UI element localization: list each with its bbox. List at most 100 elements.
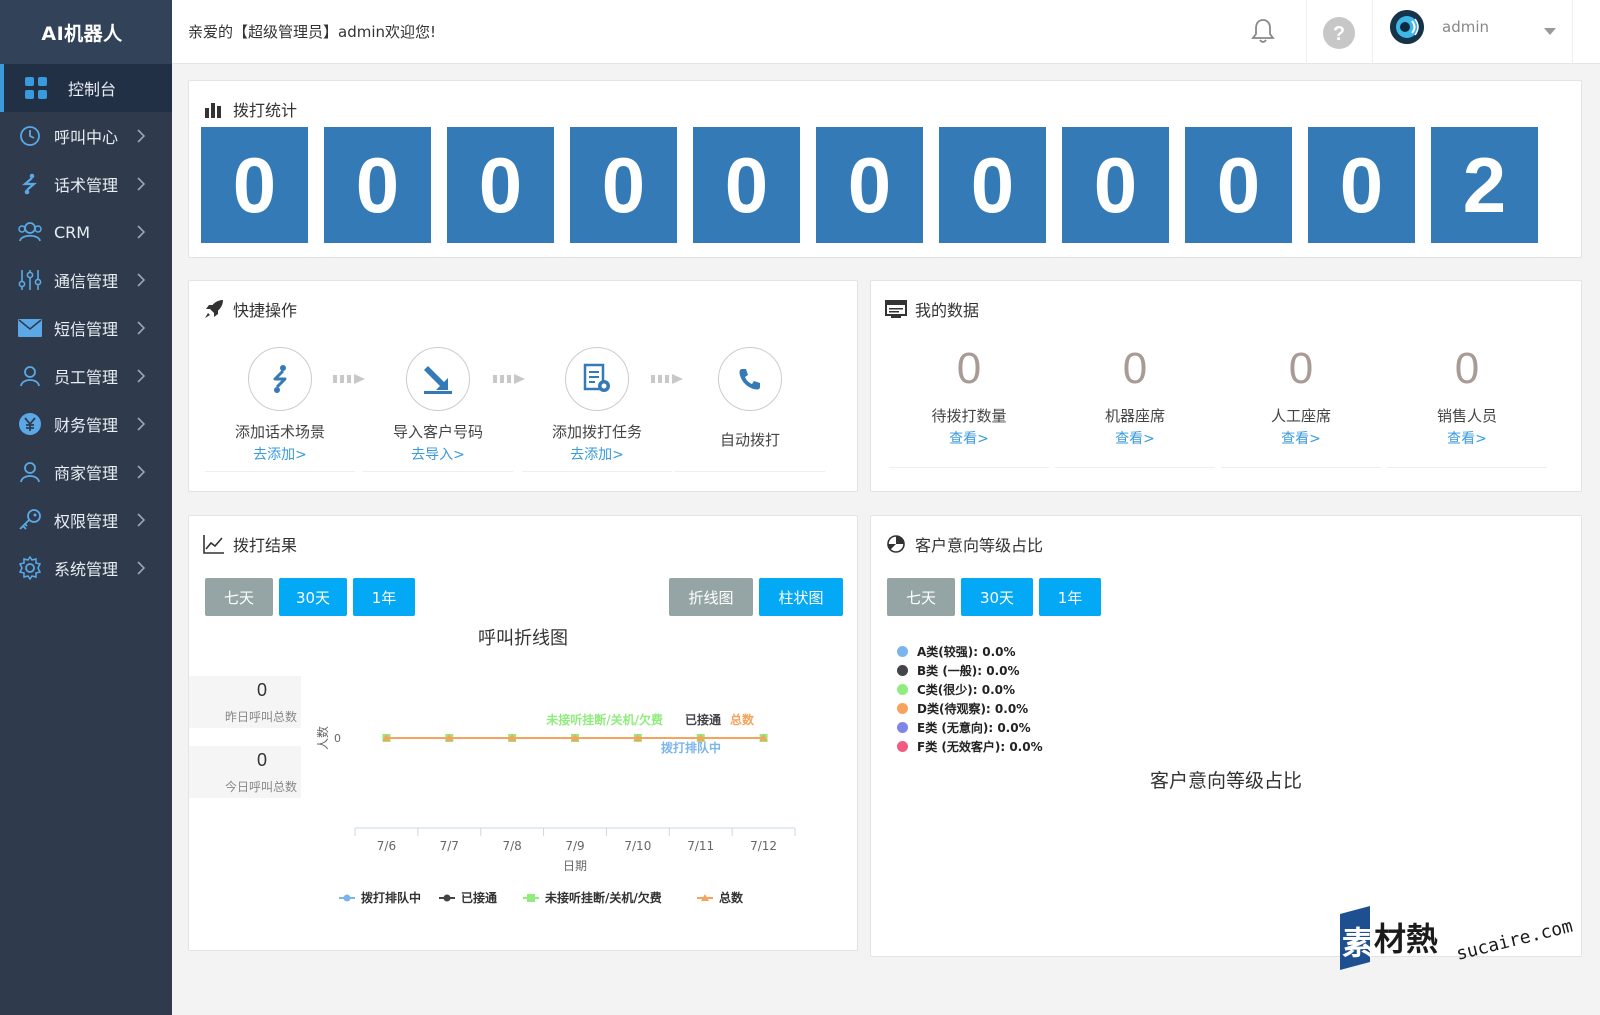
legend-dot-icon <box>897 703 908 714</box>
op-add-script[interactable]: 添加话术场景 去添加> <box>205 347 355 464</box>
chevron-right-icon <box>132 127 150 145</box>
sidebar-item-10[interactable]: 系统管理 <box>0 544 172 592</box>
range-30days-button[interactable]: 30天 <box>279 578 347 616</box>
digit-cell: 0 <box>447 127 554 243</box>
op-auto-dial[interactable]: 自动拨打 <box>675 347 825 450</box>
my-data-item: 0 人工座席 查看> <box>1221 347 1381 448</box>
my-data-label: 人工座席 <box>1270 407 1331 425</box>
route-icon[interactable] <box>248 347 312 411</box>
series-end-label: 已接通 <box>685 712 721 727</box>
help-icon[interactable]: ? <box>1322 16 1356 50</box>
digit-cell: 0 <box>939 127 1046 243</box>
chevron-right-icon <box>132 511 150 529</box>
range-30days-button[interactable]: 30天 <box>961 578 1033 616</box>
sidebar-item-6[interactable]: 员工管理 <box>0 352 172 400</box>
svg-text:素: 素 <box>1342 924 1374 962</box>
series-end-label: 未接听挂断/关机/欠费 <box>545 712 663 727</box>
legend-item[interactable]: E类 (无意向): 0.0% <box>897 718 1043 737</box>
clock-icon <box>16 122 44 150</box>
digit-cell: 0 <box>1062 127 1169 243</box>
sidebar-item-2[interactable]: 话术管理 <box>0 160 172 208</box>
intent-title: 客户意向等级占比 <box>885 532 1043 556</box>
sidebar-item-label: 员工管理 <box>54 368 119 387</box>
legend-marker <box>443 894 451 902</box>
svg-text:sucaire.com: sucaire.com <box>1454 916 1575 965</box>
range-1year-button[interactable]: 1年 <box>1039 578 1101 616</box>
sidebar-item-8[interactable]: 商家管理 <box>0 448 172 496</box>
legend-label: 未接听挂断/关机/欠费 <box>544 890 662 905</box>
my-data-value: 0 <box>1122 344 1148 393</box>
range-7days-button[interactable]: 七天 <box>205 578 273 616</box>
range-1year-button[interactable]: 1年 <box>353 578 415 616</box>
bar-chart-icon <box>203 98 225 120</box>
digit-cell: 0 <box>324 127 431 243</box>
legend-item[interactable]: F类 (无效客户): 0.0% <box>897 737 1043 756</box>
x-tick-label: 7/8 <box>502 839 521 853</box>
legend-item[interactable]: D类(待观察): 0.0% <box>897 699 1043 718</box>
bar-chart-button[interactable]: 柱状图 <box>759 578 843 616</box>
my-data-link[interactable]: 查看> <box>1387 428 1547 448</box>
divider <box>675 471 825 472</box>
phone-icon[interactable] <box>718 347 782 411</box>
sidebar-item-0[interactable]: 控制台 <box>0 64 172 112</box>
username[interactable]: admin <box>1442 18 1489 36</box>
chevron-right-icon <box>132 463 150 481</box>
legend-label: B类 (一般): 0.0% <box>917 664 1020 678</box>
x-tick-label: 7/12 <box>750 839 777 853</box>
svg-text:材熱: 材熱 <box>1374 920 1438 958</box>
my-data-link[interactable]: 查看> <box>1055 428 1215 448</box>
range-7days-button[interactable]: 七天 <box>887 578 955 616</box>
monitor-icon <box>885 298 907 320</box>
my-data-link[interactable]: 查看> <box>1221 428 1381 448</box>
import-icon[interactable] <box>406 347 470 411</box>
legend-label: D类(待观察): 0.0% <box>917 702 1029 716</box>
digit-cell: 2 <box>1431 127 1538 243</box>
divider <box>1055 467 1215 468</box>
y-tick-label: 0 <box>334 732 341 745</box>
sidebar-item-7[interactable]: 财务管理 <box>0 400 172 448</box>
my-data-item: 0 销售人员 查看> <box>1387 347 1547 448</box>
svg-text:?: ? <box>1333 23 1345 45</box>
welcome-text: 亲爱的【超级管理员】admin欢迎您! <box>188 23 437 41</box>
sliders-icon <box>16 266 44 294</box>
sidebar-item-4[interactable]: 通信管理 <box>0 256 172 304</box>
yen-icon <box>16 410 44 438</box>
legend-item[interactable]: B类 (一般): 0.0% <box>897 661 1043 680</box>
legend-item[interactable]: A类(较强): 0.0% <box>897 642 1043 661</box>
sidebar-item-5[interactable]: 短信管理 <box>0 304 172 352</box>
legend-dot-icon <box>897 741 908 752</box>
avatar[interactable] <box>1390 10 1424 44</box>
legend-label: E类 (无意向): 0.0% <box>917 721 1031 735</box>
top-header: 亲爱的【超级管理员】admin欢迎您! ? admin <box>172 0 1600 64</box>
sidebar-item-label: 通信管理 <box>54 272 119 291</box>
op-import-numbers[interactable]: 导入客户号码 去导入> <box>363 347 513 464</box>
sidebar-item-label: 控制台 <box>68 80 117 99</box>
quick-ops-title: 快捷操作 <box>203 297 297 321</box>
sidebar-item-3[interactable]: CRM <box>0 208 172 256</box>
divider <box>363 471 513 472</box>
chevron-down-icon[interactable] <box>1542 22 1558 35</box>
line-chart-button[interactable]: 折线图 <box>669 578 753 616</box>
sidebar-item-label: 权限管理 <box>54 512 119 531</box>
my-data-panel: 我的数据 0 待拨打数量 查看> 0 机器座席 查看> 0 人工座席 查看> 0 销售人员 查看> <box>870 280 1582 492</box>
op-add-task[interactable]: 添加拨打任务 去添加> <box>522 347 672 464</box>
bell-icon[interactable] <box>1248 16 1278 46</box>
task-gear-icon[interactable] <box>565 347 629 411</box>
my-data-label: 待拨打数量 <box>931 407 1007 425</box>
my-data-value: 0 <box>956 344 982 393</box>
yesterday-stat: 0 昨日呼叫总数 <box>189 676 301 728</box>
user-icon <box>16 362 44 390</box>
sidebar-item-label: 商家管理 <box>54 464 119 483</box>
stats-title: 拨打统计 <box>203 97 297 121</box>
legend-item[interactable]: C类(很少): 0.0% <box>897 680 1043 699</box>
users-icon <box>16 218 44 246</box>
envelope-icon <box>16 314 44 342</box>
legend-label: C类(很少): 0.0% <box>917 683 1016 697</box>
chevron-right-icon <box>132 559 150 577</box>
pie-caption: 客户意向等级占比 <box>1149 770 1302 792</box>
divider <box>1387 467 1547 468</box>
sidebar-item-9[interactable]: 权限管理 <box>0 496 172 544</box>
my-data-link[interactable]: 查看> <box>889 428 1049 448</box>
sidebar-item-1[interactable]: 呼叫中心 <box>0 112 172 160</box>
sidebar: AI机器人 控制台 呼叫中心 话术管理 CRM 通信管理 短信管理 员工管理 财务管理 商家管理… <box>0 0 172 1015</box>
